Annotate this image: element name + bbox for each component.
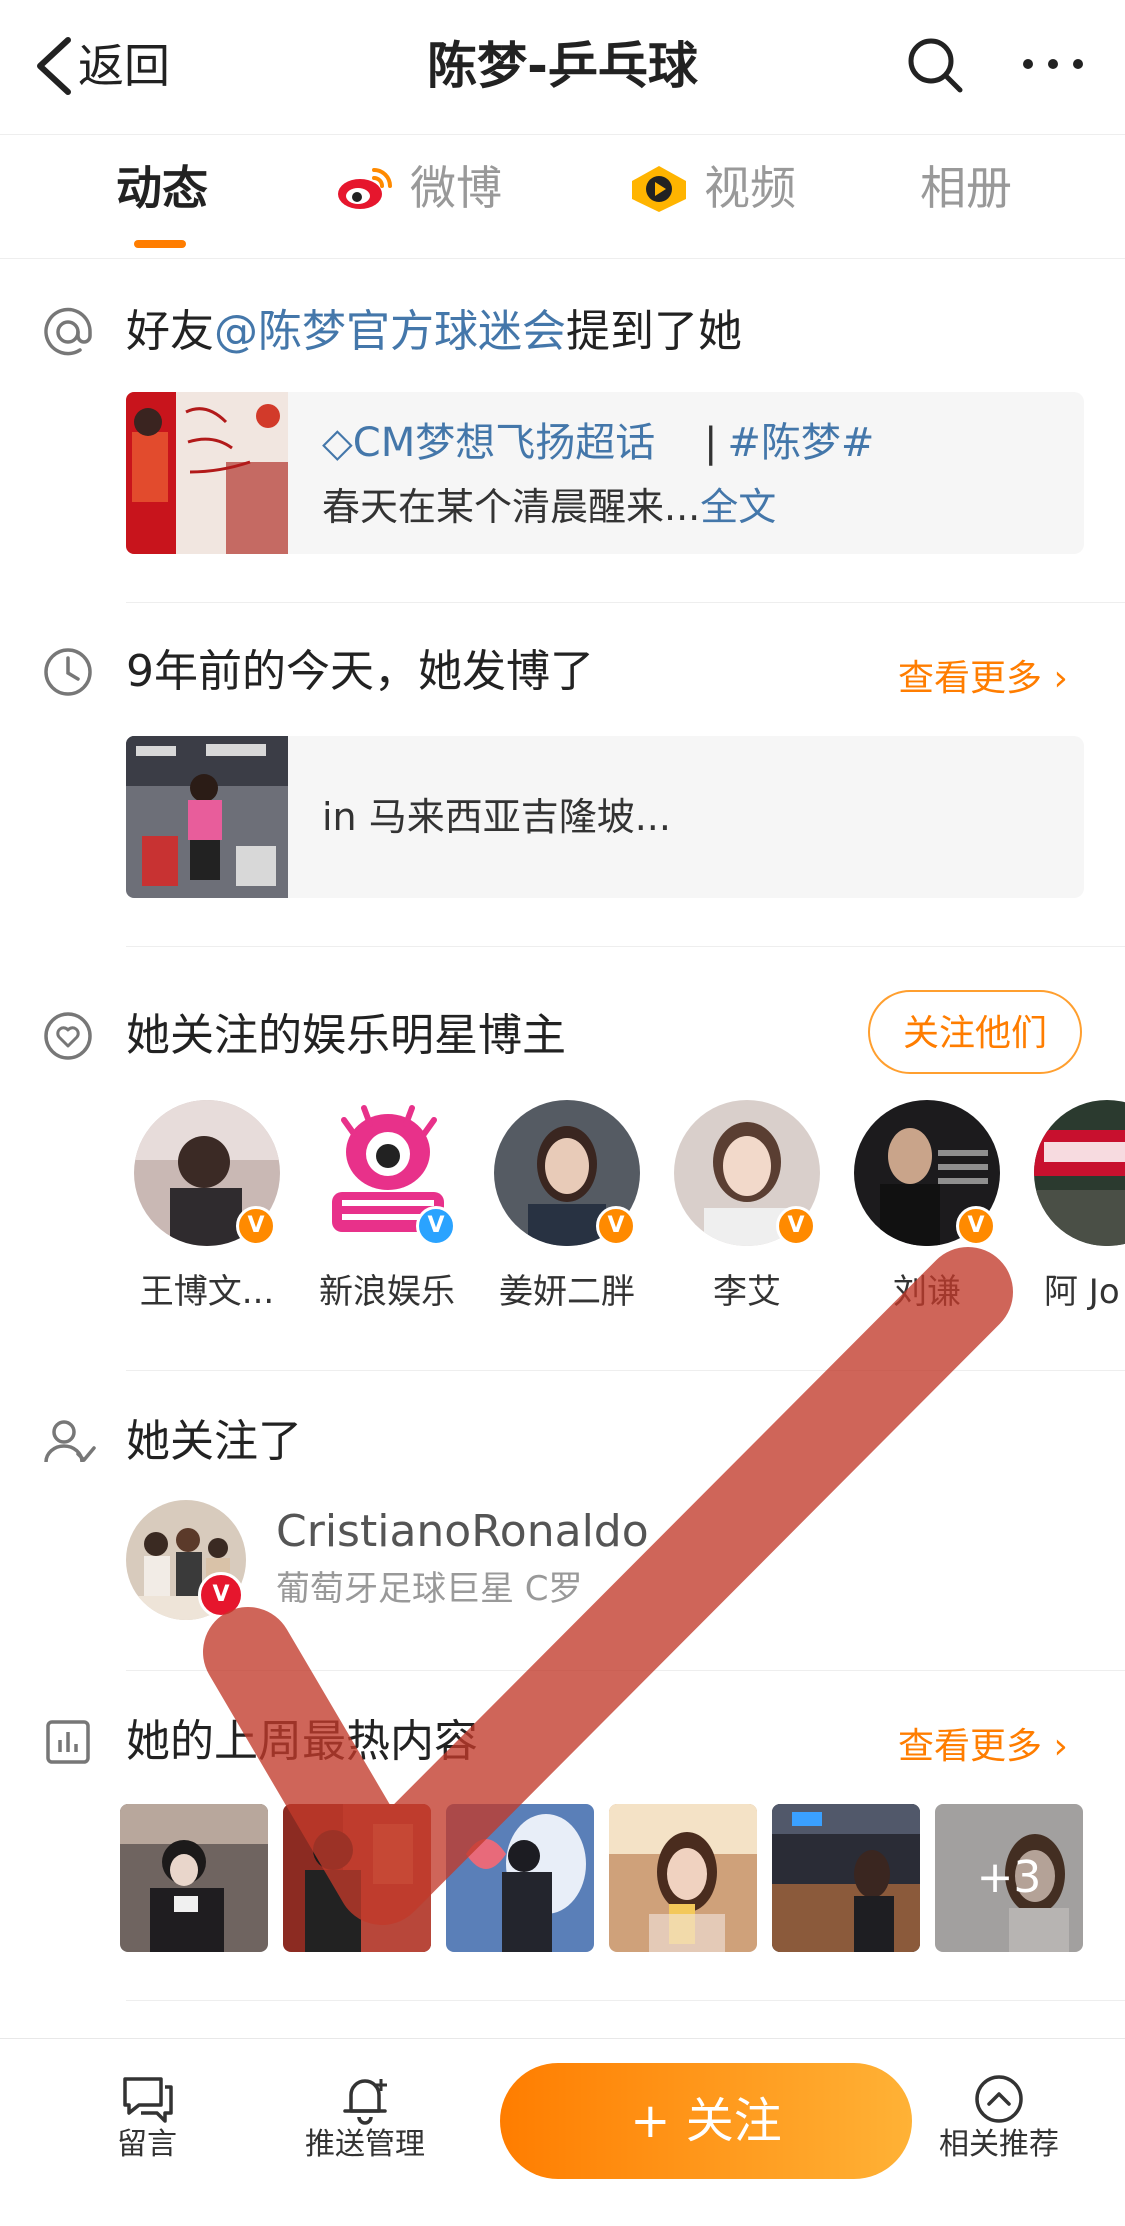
celeb-item[interactable]: V 王博文... bbox=[122, 1100, 292, 1340]
mention-post-thumbnail bbox=[126, 392, 288, 554]
search-icon[interactable] bbox=[904, 34, 966, 96]
tab-feed[interactable]: 动态 bbox=[116, 158, 208, 218]
section-divider bbox=[126, 2000, 1125, 2001]
tab-weibo[interactable]: 微博 bbox=[410, 158, 502, 218]
verified-badge-icon: V bbox=[236, 1206, 276, 1246]
follow-button[interactable]: + 关注 bbox=[500, 2063, 912, 2179]
bell-plus-icon bbox=[343, 2079, 387, 2125]
more-options-icon[interactable] bbox=[1018, 52, 1088, 76]
follow-all-button[interactable]: 关注他们 bbox=[868, 990, 1082, 1074]
verified-badge-icon: V bbox=[956, 1206, 996, 1246]
more-photos-count: +3 bbox=[976, 1852, 1042, 1903]
following-heading: 她关注了 bbox=[126, 1416, 302, 1467]
section-divider bbox=[126, 946, 1125, 947]
topic-separator: | bbox=[703, 420, 718, 466]
celeb-name: 阿 Jo bbox=[1044, 1272, 1120, 1312]
verified-badge-icon: V bbox=[416, 1206, 456, 1246]
hot-content-heading: 她的上周最热内容 bbox=[126, 1716, 478, 1767]
section-divider bbox=[126, 602, 1125, 603]
followed-user-description: 葡萄牙足球巨星 C罗 bbox=[276, 1569, 583, 1609]
hot-photo-thumbnail[interactable] bbox=[446, 1804, 594, 1952]
followed-user-name: CristianoRonaldo bbox=[276, 1506, 649, 1557]
celeb-item[interactable]: V 姜妍二胖 bbox=[482, 1100, 652, 1340]
avatar bbox=[1034, 1100, 1125, 1246]
celeb-item[interactable]: V 刘谦 bbox=[842, 1100, 1012, 1340]
weibo-logo-icon bbox=[338, 168, 392, 209]
mention-card-topic-line: ◇CM梦想飞扬超话 | #陈梦# bbox=[322, 418, 874, 468]
celeb-name: 李艾 bbox=[713, 1272, 781, 1312]
mention-post-card[interactable]: ◇CM梦想飞扬超话 | #陈梦# 春天在某个清晨醒来...全文 bbox=[126, 392, 1084, 554]
push-settings-label: 推送管理 bbox=[305, 2127, 425, 2162]
related-recommendations-button[interactable]: 相关推荐 bbox=[924, 2073, 1074, 2165]
celeb-name: 王博文... bbox=[139, 1272, 275, 1312]
memory-heading: 9年前的今天，她发博了 bbox=[126, 646, 594, 697]
chevron-up-circle-icon bbox=[975, 2075, 1023, 2123]
hot-photo-thumbnail[interactable] bbox=[120, 1804, 268, 1952]
active-tab-indicator bbox=[134, 240, 186, 248]
mention-suffix: 提到了她 bbox=[566, 306, 742, 357]
comment-button[interactable]: 留言 bbox=[72, 2073, 222, 2165]
verified-badge-icon: V bbox=[198, 1572, 244, 1618]
hot-see-more-link[interactable]: 查看更多 › bbox=[898, 1722, 1068, 1772]
memory-post-card[interactable]: in 马来西亚吉隆坡... bbox=[126, 736, 1084, 898]
bar-chart-icon bbox=[46, 1720, 90, 1764]
chevron-right-icon: › bbox=[1042, 1726, 1068, 1767]
followed-user-item[interactable]: V CristianoRonaldo 葡萄牙足球巨星 C罗 bbox=[126, 1500, 1084, 1626]
celeb-item[interactable]: V 新浪娱乐 bbox=[302, 1100, 472, 1340]
hot-photo-more-tile[interactable]: +3 bbox=[935, 1804, 1083, 1952]
hot-photo-thumbnail[interactable] bbox=[283, 1804, 431, 1952]
chevron-right-icon: › bbox=[1042, 658, 1068, 699]
related-recommendations-label: 相关推荐 bbox=[939, 2127, 1059, 2162]
user-check-icon bbox=[44, 1420, 96, 1463]
excerpt-text: 春天在某个清晨醒来... bbox=[322, 485, 701, 529]
see-more-label: 查看更多 bbox=[898, 658, 1043, 699]
hot-photo-thumbnail[interactable] bbox=[609, 1804, 757, 1952]
comment-bubble-icon bbox=[123, 2077, 173, 2123]
see-more-label: 查看更多 bbox=[898, 1726, 1043, 1767]
celeb-name: 刘谦 bbox=[893, 1272, 961, 1312]
mention-heading: 好友@陈梦官方球迷会提到了她 bbox=[126, 304, 742, 360]
celebs-heading: 她关注的娱乐明星博主 bbox=[126, 1010, 566, 1061]
hot-photo-thumbnail[interactable] bbox=[772, 1804, 920, 1952]
profile-tabs: 动态 微博 视频 相册 bbox=[0, 134, 1125, 259]
heart-circle-icon bbox=[44, 1012, 92, 1060]
celeb-item[interactable]: 阿 Jo bbox=[1022, 1100, 1125, 1340]
hot-photo-strip: +3 bbox=[120, 1804, 1084, 1952]
top-navigation-bar: 返回 陈梦-乒乓球 bbox=[0, 0, 1125, 135]
mentioning-user-link[interactable]: @陈梦官方球迷会 bbox=[214, 306, 566, 357]
comment-label: 留言 bbox=[117, 2127, 177, 2162]
memory-post-thumbnail bbox=[126, 736, 288, 898]
mention-card-excerpt: 春天在某个清晨醒来...全文 bbox=[322, 482, 776, 532]
full-text-link[interactable]: 全文 bbox=[700, 485, 776, 529]
super-topic-link[interactable]: CM梦想飞扬超话 bbox=[353, 420, 655, 466]
video-play-icon bbox=[632, 166, 686, 212]
section-divider bbox=[126, 1370, 1125, 1371]
hashtag-link[interactable]: #陈梦# bbox=[727, 420, 874, 466]
celeb-avatar-row: V 王博文... V 新浪娱乐 V 姜妍二胖 V 李艾 V 刘谦 阿 Jo bbox=[0, 1100, 1125, 1340]
mention-prefix: 好友 bbox=[126, 306, 214, 357]
section-divider bbox=[126, 1670, 1125, 1671]
verified-badge-icon: V bbox=[596, 1206, 636, 1246]
memory-card-excerpt: in 马来西亚吉隆坡... bbox=[322, 795, 671, 839]
memory-see-more-link[interactable]: 查看更多 › bbox=[898, 654, 1068, 704]
verified-badge-icon: V bbox=[776, 1206, 816, 1246]
tab-album[interactable]: 相册 bbox=[920, 158, 1012, 218]
tab-video[interactable]: 视频 bbox=[704, 158, 796, 218]
bottom-action-bar: 留言 推送管理 + 关注 相关推荐 bbox=[0, 2038, 1125, 2226]
push-settings-button[interactable]: 推送管理 bbox=[290, 2073, 440, 2165]
clock-icon bbox=[44, 648, 92, 696]
celeb-item[interactable]: V 李艾 bbox=[662, 1100, 832, 1340]
celeb-name: 姜妍二胖 bbox=[499, 1272, 635, 1312]
diamond-icon: ◇ bbox=[322, 420, 353, 466]
at-sign-icon bbox=[44, 307, 92, 356]
celeb-name: 新浪娱乐 bbox=[319, 1272, 455, 1312]
